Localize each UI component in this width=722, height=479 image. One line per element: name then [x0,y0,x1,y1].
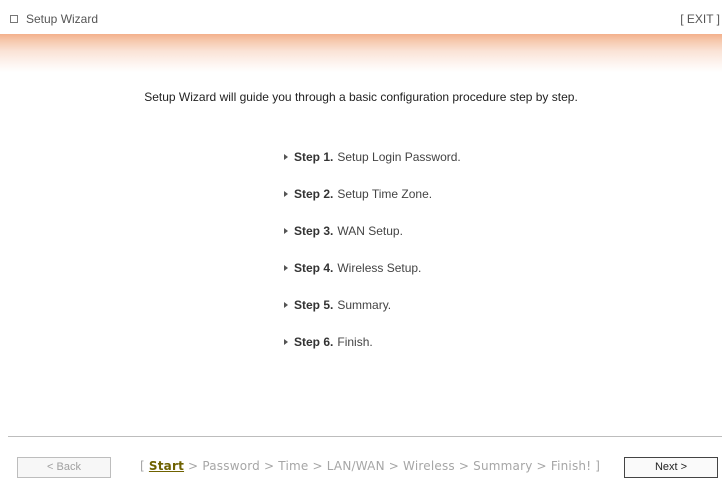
step-item-3: Step 3. WAN Setup. [284,224,461,261]
triangle-right-icon [284,154,288,160]
breadcrumb-separator: > [532,459,551,473]
back-button[interactable]: < Back [17,457,111,478]
step-label: Setup Login Password. [337,150,461,164]
next-button[interactable]: Next > [624,457,718,478]
step-number: Step 5. [294,298,334,312]
intro-text: Setup Wizard will guide you through a ba… [144,90,578,104]
exit-link[interactable]: [ EXIT ] [680,12,720,26]
steps-list: Step 1. Setup Login Password. Step 2. Se… [284,150,461,372]
triangle-right-icon [284,228,288,234]
triangle-right-icon [284,339,288,345]
step-number: Step 3. [294,224,334,238]
breadcrumb-item-time: Time [278,459,309,473]
breadcrumb-open: [ [140,459,149,473]
breadcrumb-separator: > [308,459,327,473]
step-number: Step 2. [294,187,334,201]
title-bar: Setup Wizard [ EXIT ] [0,0,722,36]
window-title: Setup Wizard [10,12,98,26]
step-number: Step 4. [294,261,334,275]
step-label: Summary. [337,298,392,312]
breadcrumb-separator: > [260,459,279,473]
step-label: Wireless Setup. [337,261,422,275]
breadcrumb-item-lan-wan: LAN/WAN [326,459,385,473]
breadcrumb-close: ] [591,459,601,473]
step-label: Setup Time Zone. [337,187,433,201]
header-gradient-band [0,34,722,72]
breadcrumb-item-wireless: Wireless [403,459,455,473]
step-number: Step 6. [294,335,334,349]
step-item-2: Step 2. Setup Time Zone. [284,187,461,224]
step-item-6: Step 6. Finish. [284,335,461,372]
step-label: WAN Setup. [337,224,403,238]
footer-divider [8,436,722,437]
triangle-right-icon [284,191,288,197]
step-item-1: Step 1. Setup Login Password. [284,150,461,187]
step-label: Finish. [337,335,373,349]
triangle-right-icon [284,265,288,271]
step-number: Step 1. [294,150,334,164]
breadcrumb-item-password: Password [202,459,260,473]
breadcrumb-item-finish: Finish! [550,459,592,473]
triangle-right-icon [284,302,288,308]
step-item-4: Step 4. Wireless Setup. [284,261,461,298]
breadcrumb-separator: > [184,459,203,473]
breadcrumb-separator: > [384,459,404,473]
breadcrumb-item-summary: Summary [473,459,533,473]
window-box-icon [10,15,18,23]
window-title-text: Setup Wizard [26,12,99,26]
breadcrumb: [ Start > Password > Time > LAN/WAN > Wi… [140,459,600,473]
breadcrumb-separator: > [454,459,474,473]
breadcrumb-current-start[interactable]: Start [149,459,184,473]
step-item-5: Step 5. Summary. [284,298,461,335]
